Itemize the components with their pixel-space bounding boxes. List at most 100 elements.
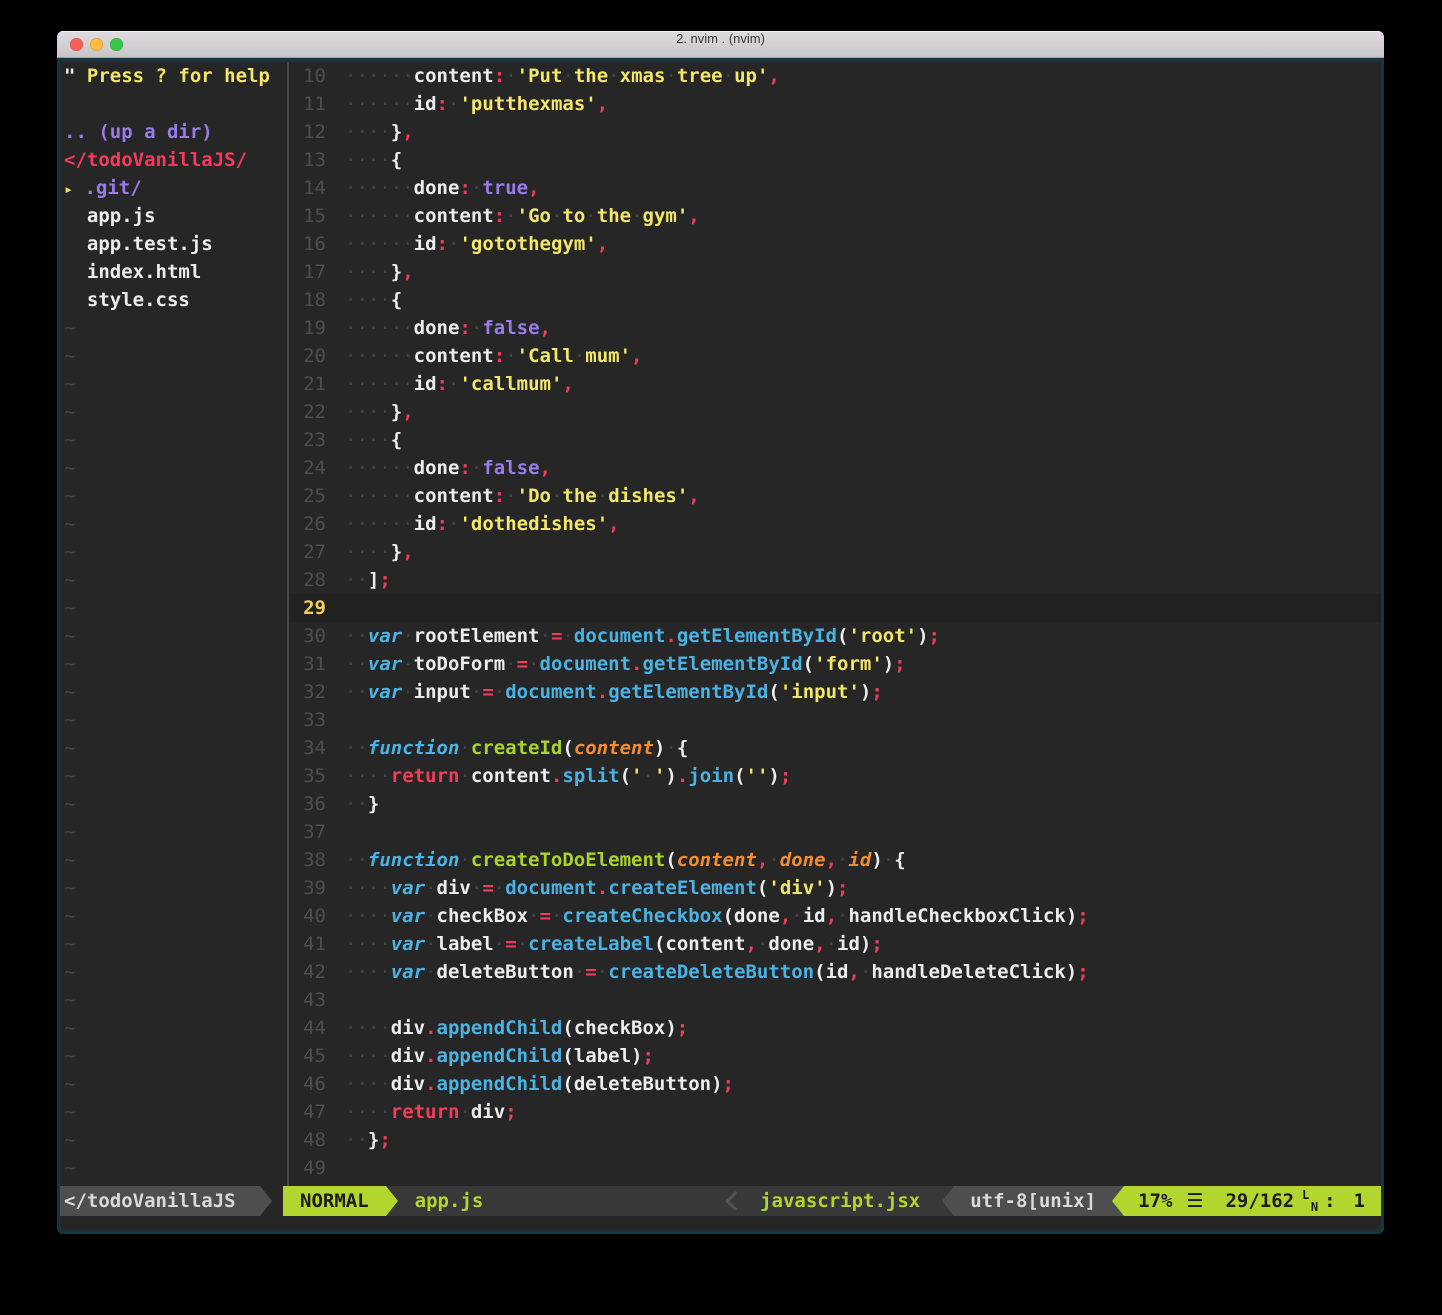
line-number-icon: LN [1302,1187,1318,1215]
code-text: ······id:·'putthexmas', [345,90,608,118]
line-number: 19 [289,314,345,342]
position-colon: : [1324,1186,1335,1216]
tilde-line: ~ [64,902,287,930]
tree-item-app-js[interactable]: app.js [64,202,287,230]
tilde-line: ~ [64,398,287,426]
code-line[interactable]: 13····{ [289,146,1381,174]
terminal-content: " Press ? for help.. (up a dir)</todoVan… [57,58,1384,1234]
line-number: 37 [289,818,345,846]
tree-up-dir[interactable]: .. (up a dir) [64,118,287,146]
code-line[interactable]: 43 [289,986,1381,1014]
code-text: ····}, [345,538,414,566]
tilde-line: ~ [64,734,287,762]
powerline-separator-icon [260,1186,272,1216]
code-line[interactable]: 29 [289,594,1381,622]
line-number: 20 [289,342,345,370]
code-line[interactable]: 22····}, [289,398,1381,426]
zoom-button[interactable] [110,38,123,51]
code-line[interactable]: 15······content:·'Go·to·the·gym', [289,202,1381,230]
code-text: ······done:·true, [345,174,540,202]
code-line[interactable]: 37 [289,818,1381,846]
code-line[interactable]: 27····}, [289,538,1381,566]
line-number: 29 [289,594,345,622]
code-line[interactable]: 17····}, [289,258,1381,286]
code-line[interactable]: 45····div.appendChild(label); [289,1042,1381,1070]
code-text: ····return·div; [345,1098,517,1126]
tilde-line: ~ [64,1042,287,1070]
statusline-encoding: utf-8[unix] [954,1186,1112,1216]
line-number: 47 [289,1098,345,1126]
tilde-line: ~ [64,314,287,342]
traffic-lights [70,38,123,51]
tilde-line: ~ [64,538,287,566]
minimize-button[interactable] [90,38,103,51]
line-number: 21 [289,370,345,398]
code-line[interactable]: 41····var·label·=·createLabel(content,·d… [289,930,1381,958]
code-line[interactable]: 40····var·checkBox·=·createCheckbox(done… [289,902,1381,930]
code-text: ····}, [345,118,414,146]
code-text: ····var·div·=·document.createElement('di… [345,874,848,902]
code-line[interactable]: 19······done:·false, [289,314,1381,342]
code-line[interactable]: 49 [289,1154,1381,1182]
code-line[interactable]: 47····return·div; [289,1098,1381,1126]
tilde-line: ~ [64,1014,287,1042]
line-number: 40 [289,902,345,930]
file-tree[interactable]: " Press ? for help.. (up a dir)</todoVan… [60,62,287,1186]
editor[interactable]: 10······content:·'Put·the·xmas·tree·up',… [289,62,1381,1186]
tilde-line: ~ [64,566,287,594]
titlebar[interactable]: 2. nvim . (nvim) [57,31,1384,58]
code-line[interactable]: 10······content:·'Put·the·xmas·tree·up', [289,62,1381,90]
code-line[interactable]: 38··function·createToDoElement(content,·… [289,846,1381,874]
nerdtree-status: </todoVanillaJS [60,1186,260,1216]
code-text: ··function·createToDoElement(content,·do… [345,846,906,874]
code-line[interactable]: 26······id:·'dothedishes', [289,510,1381,538]
code-line[interactable]: 14······done:·true, [289,174,1381,202]
tree-root[interactable]: </todoVanillaJS/ [64,146,287,174]
code-line[interactable]: 23····{ [289,426,1381,454]
encoding-label: utf-8[unix] [970,1190,1096,1212]
tree-item-app-test-js[interactable]: app.test.js [64,230,287,258]
code-line[interactable]: 20······content:·'Call·mum', [289,342,1381,370]
code-text: ······id:·'callmum', [345,370,574,398]
code-line[interactable]: 35····return·content.split('·').join('')… [289,762,1381,790]
code-line[interactable]: 18····{ [289,286,1381,314]
code-line[interactable]: 24······done:·false, [289,454,1381,482]
tilde-line: ~ [64,1070,287,1098]
close-button[interactable] [70,38,83,51]
trigram-icon: ☰ [1186,1186,1203,1216]
command-line[interactable] [60,1216,1381,1230]
tilde-line: ~ [64,986,287,1014]
code-line[interactable]: 11······id:·'putthexmas', [289,90,1381,118]
statusline-filetype: javascript.jsx [760,1186,920,1216]
code-line[interactable]: 33 [289,706,1381,734]
code-line[interactable]: 32··var·input·=·document.getElementById(… [289,678,1381,706]
code-line[interactable]: 21······id:·'callmum', [289,370,1381,398]
tree-item-index-html[interactable]: index.html [64,258,287,286]
code-text: ····{ [345,146,402,174]
code-text: ····var·deleteButton·=·createDeleteButto… [345,958,1089,986]
window-title: 2. nvim . (nvim) [57,31,1384,46]
code-line[interactable]: 34··function·createId(content)·{ [289,734,1381,762]
line-number: 39 [289,874,345,902]
code-text: ····}, [345,398,414,426]
code-line[interactable]: 12····}, [289,118,1381,146]
powerline-separator-icon [1112,1186,1124,1216]
tilde-line: ~ [64,454,287,482]
code-line[interactable]: 48··}; [289,1126,1381,1154]
code-line[interactable]: 30··var·rootElement·=·document.getElemen… [289,622,1381,650]
code-line[interactable]: 46····div.appendChild(deleteButton); [289,1070,1381,1098]
code-line[interactable]: 31··var·toDoForm·=·document.getElementBy… [289,650,1381,678]
tree-item-git[interactable]: ▸ .git/ [64,174,287,202]
tilde-line: ~ [64,1098,287,1126]
code-line[interactable]: 28··]; [289,566,1381,594]
code-text: ····div.appendChild(checkBox); [345,1014,688,1042]
code-line[interactable]: 42····var·deleteButton·=·createDeleteBut… [289,958,1381,986]
tilde-line: ~ [64,622,287,650]
tilde-line: ~ [64,846,287,874]
tree-item-style-css[interactable]: style.css [64,286,287,314]
code-line[interactable]: 39····var·div·=·document.createElement('… [289,874,1381,902]
code-line[interactable]: 44····div.appendChild(checkBox); [289,1014,1381,1042]
code-line[interactable]: 36··} [289,790,1381,818]
code-line[interactable]: 25······content:·'Do·the·dishes', [289,482,1381,510]
code-line[interactable]: 16······id:·'gotothegym', [289,230,1381,258]
